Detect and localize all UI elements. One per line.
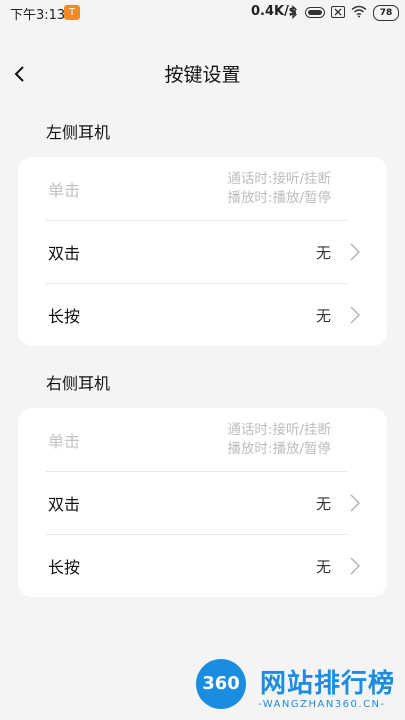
watermark-url: -WANGZHAN360.CN- [258,699,386,710]
single-tap-desc-play: 播放时:播放/暂停 [227,441,331,457]
long-press-label: 长按 [48,558,81,577]
double-tap-label: 双击 [48,244,81,263]
double-tap-value: 无 [315,244,331,262]
watermark-360-icon: 360 [196,659,246,709]
single-tap-desc-call: 通话时:接听/挂断 [227,422,331,438]
chevron-right-icon [350,306,361,324]
bluetooth-icon [289,5,297,19]
right-single-tap-row: 单击 通话时:接听/挂断 播放时:播放/暂停 [18,408,387,471]
section-title-left-earphone: 左侧耳机 [46,123,111,142]
left-double-tap-row[interactable]: 双击 无 [18,220,387,283]
section-title-right-earphone: 右侧耳机 [46,374,111,393]
right-long-press-row[interactable]: 长按 无 [18,534,387,597]
right-double-tap-row[interactable]: 双击 无 [18,471,387,534]
app-notification-icon: T [64,5,80,20]
right-earphone-card: 单击 通话时:接听/挂断 播放时:播放/暂停 双击 无 长按 无 [18,408,387,597]
single-tap-description: 通话时:接听/挂断 播放时:播放/暂停 [227,421,331,459]
double-tap-label: 双击 [48,495,81,514]
left-long-press-row[interactable]: 长按 无 [18,283,387,346]
wifi-icon [351,5,367,18]
watermark-logo: 360 网站排行榜 -WANGZHAN360.CN- [196,659,401,717]
status-time: 下午3:13 [10,8,66,23]
single-tap-desc-play: 播放时:播放/暂停 [227,190,331,206]
single-tap-label: 单击 [48,432,81,451]
long-press-value: 无 [315,558,331,576]
status-bar: 下午3:13 T 0.4K/s 78 [0,0,405,26]
double-tap-value: 无 [315,495,331,513]
single-tap-label: 单击 [48,181,81,200]
header: 按键设置 [0,46,405,102]
single-tap-description: 通话时:接听/挂断 播放时:播放/暂停 [227,170,331,208]
battery-icon: 78 [373,5,399,21]
no-sim-icon [331,6,345,18]
left-earphone-card: 单击 通话时:接听/挂断 播放时:播放/暂停 双击 无 长按 无 [18,157,387,346]
chevron-right-icon [350,243,361,261]
single-tap-desc-call: 通话时:接听/挂断 [227,171,331,187]
chevron-right-icon [350,557,361,575]
long-press-value: 无 [315,307,331,325]
page-title: 按键设置 [164,64,241,86]
left-single-tap-row: 单击 通话时:接听/挂断 播放时:播放/暂停 [18,157,387,220]
long-press-label: 长按 [48,307,81,326]
signal-icon [305,7,325,18]
chevron-right-icon [350,494,361,512]
watermark-name: 网站排行榜 [260,669,396,699]
